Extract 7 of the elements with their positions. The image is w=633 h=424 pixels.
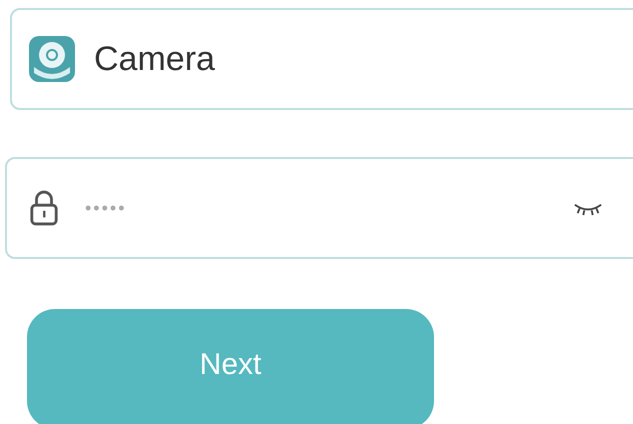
- camera-icon: [28, 35, 76, 83]
- device-name-field[interactable]: Camera: [10, 8, 633, 110]
- next-button[interactable]: Next: [27, 309, 434, 424]
- field-placeholder: •••••: [85, 198, 127, 218]
- password-field[interactable]: •••••: [5, 157, 633, 259]
- field-value: Camera: [94, 40, 215, 78]
- lock-icon: [29, 189, 59, 227]
